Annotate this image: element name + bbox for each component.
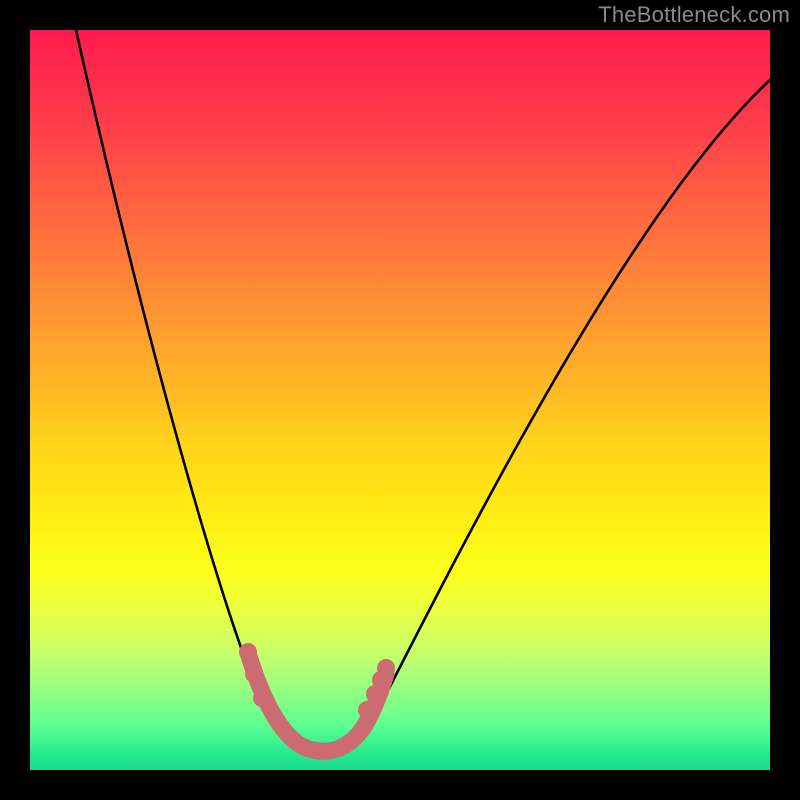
highlight-dot	[245, 665, 263, 683]
highlight-dot	[377, 659, 395, 677]
highlight-dot	[239, 643, 257, 661]
highlight-dot	[358, 701, 376, 719]
watermark-text: TheBottleneck.com	[598, 2, 790, 28]
bottleneck-curve	[76, 30, 770, 753]
highlight-dot	[253, 689, 271, 707]
curve-layer	[30, 30, 770, 770]
plot-area	[30, 30, 770, 770]
chart-frame: TheBottleneck.com	[0, 0, 800, 800]
